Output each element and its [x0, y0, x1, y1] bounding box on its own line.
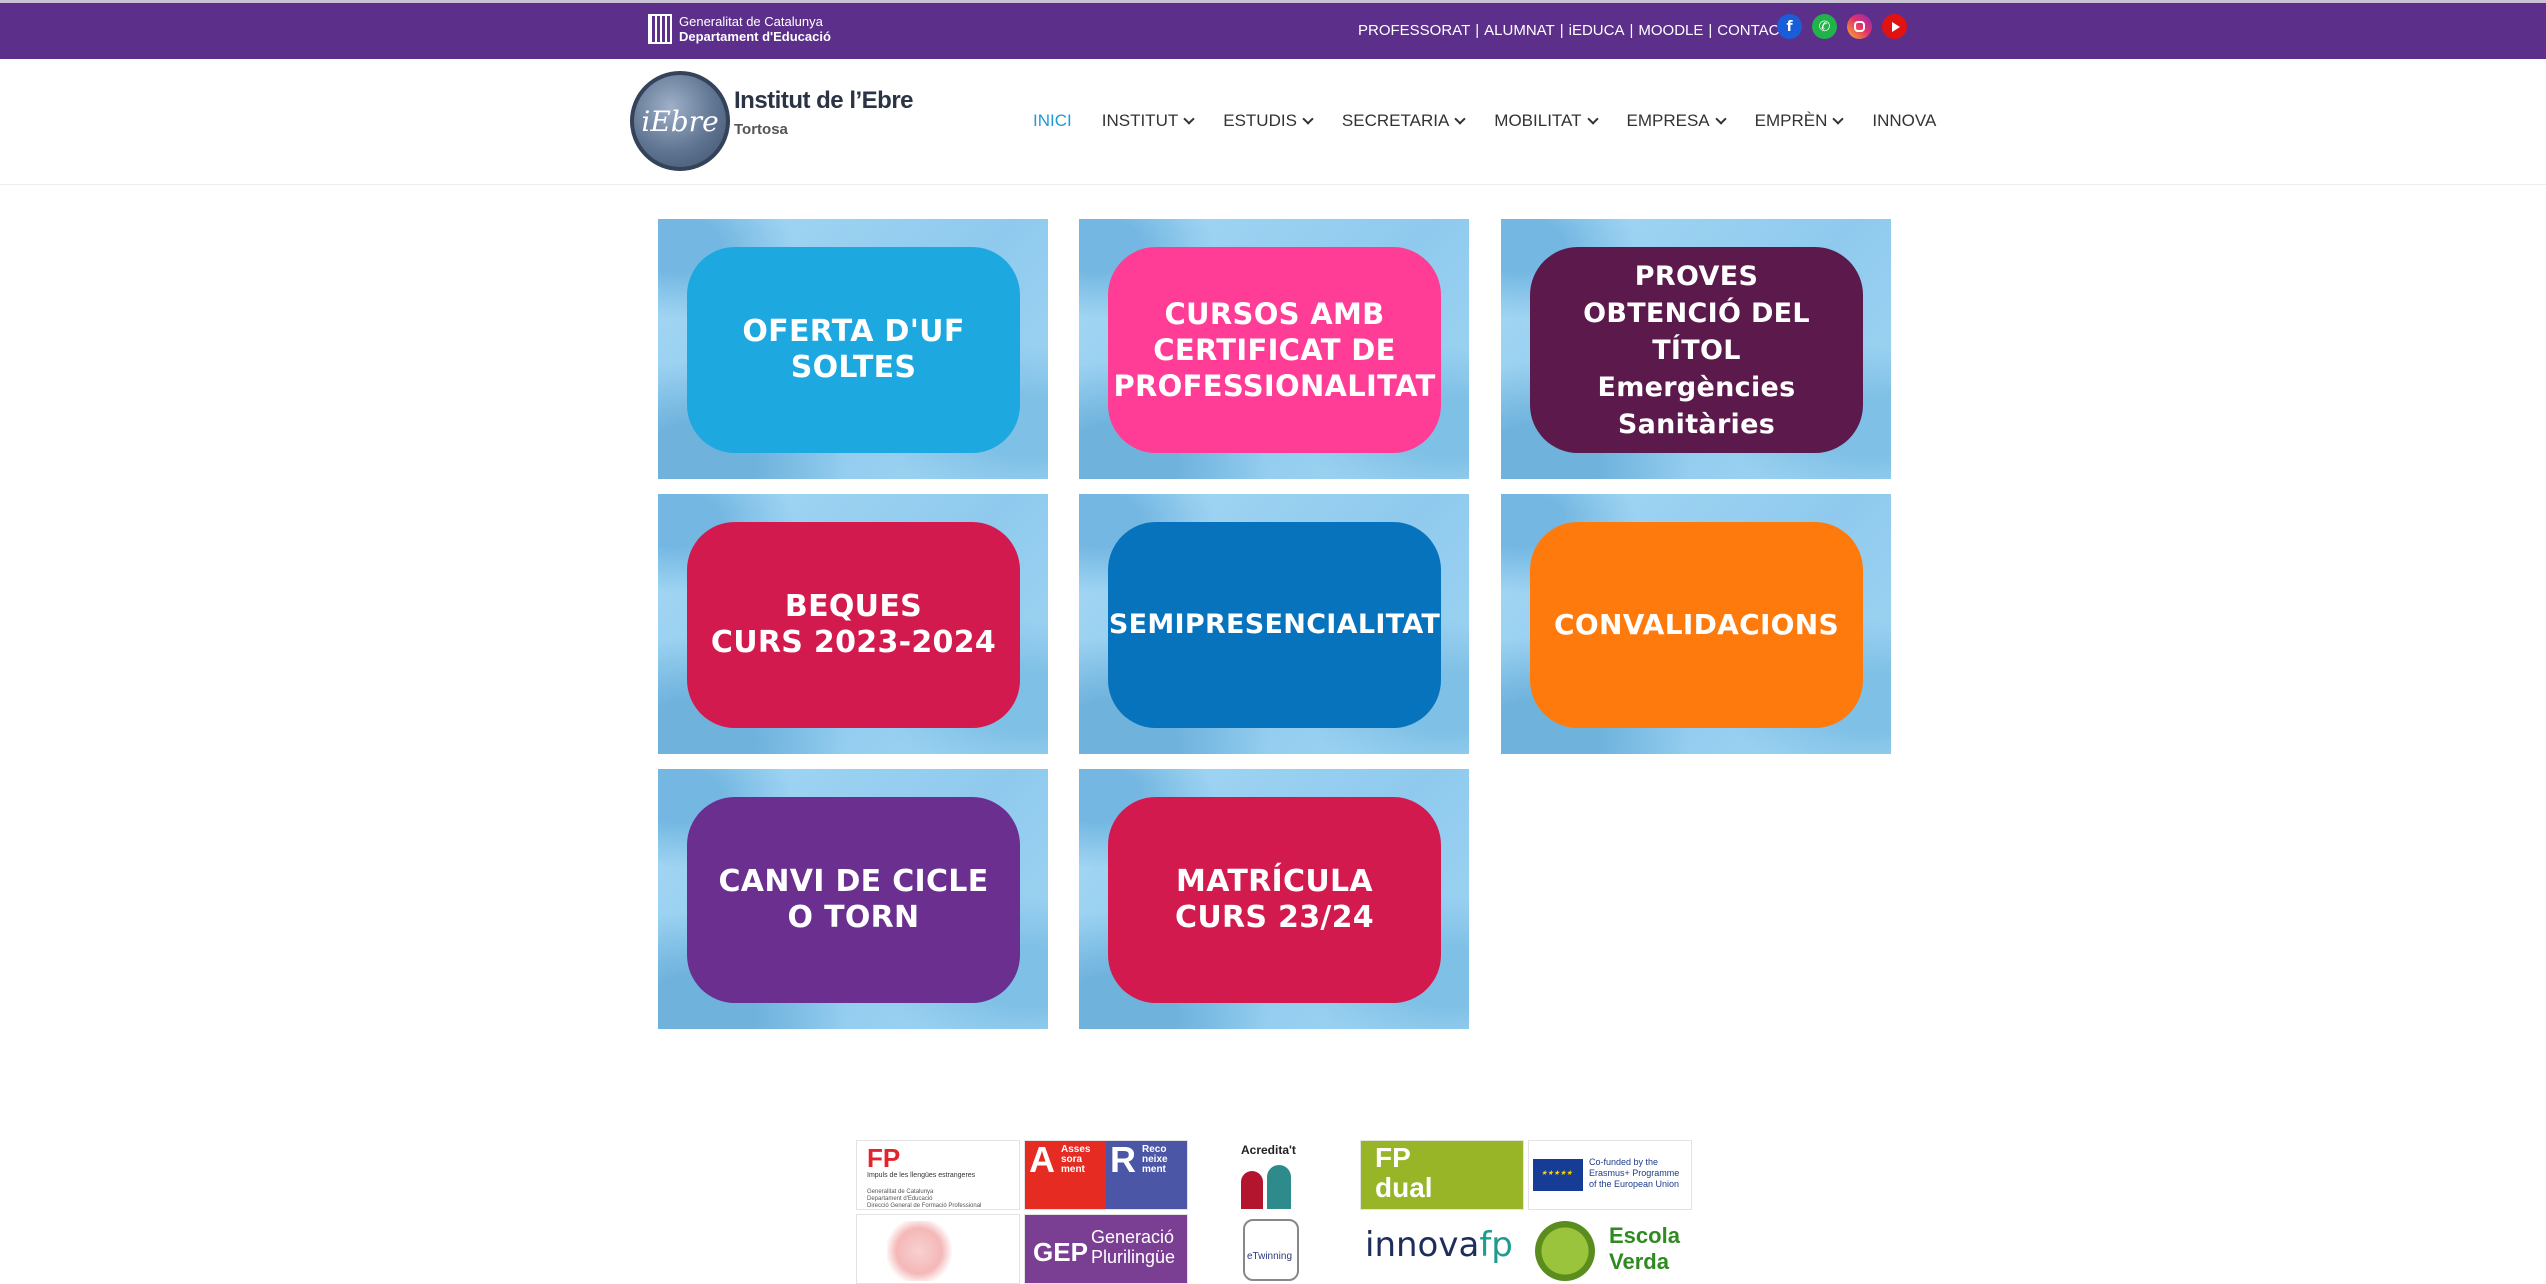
tile-convalidacions[interactable]: CONVALIDACIONS [1501, 494, 1891, 754]
link-separator: | [1475, 21, 1480, 39]
person-icon [1267, 1165, 1291, 1209]
gencat-line1: Generalitat de Catalunya [679, 14, 823, 29]
gencat-logo[interactable]: Generalitat de Catalunya Departament d'E… [648, 12, 831, 46]
link-alumnat[interactable]: ALUMNAT [1484, 22, 1555, 39]
nav-label: INNOVA [1872, 111, 1937, 130]
ar-a-words: Asses sora ment [1061, 1144, 1091, 1175]
logo-title: Institut de l’Ebre [734, 87, 914, 114]
fp-dual-text: FP dual [1375, 1142, 1433, 1203]
logo-erasmus-eu[interactable]: Co-funded by the Erasmus+ Programme of t… [1528, 1140, 1692, 1210]
person-icon [1241, 1171, 1263, 1209]
etwinning-icon [1243, 1219, 1299, 1281]
chevron-down-icon [1183, 113, 1195, 125]
nav-label: EMPRÈN [1754, 111, 1828, 130]
tile-semipresencialitat[interactable]: SEMIPRESENCIALITAT [1079, 494, 1469, 754]
escola-verda-text: Escola Verda [1609, 1223, 1680, 1274]
logo-assessorament-reconeixement[interactable]: A Asses sora ment R Reco neixe ment [1024, 1140, 1188, 1210]
top-links: PROFESSORAT | ALUMNAT | iEDUCA | MOODLE … [1358, 20, 1799, 40]
nav-label: INSTITUT [1101, 111, 1179, 130]
nav-institut[interactable]: INSTITUT [1101, 111, 1195, 131]
chevron-down-icon [1302, 113, 1314, 125]
tile-matricula[interactable]: MATRÍCULA CURS 23/24 [1079, 769, 1469, 1029]
logo-fp-dual[interactable]: FP dual [1360, 1140, 1524, 1210]
tile-label: CURSOS AMB CERTIFICAT DE PROFESSIONALITA… [1108, 247, 1441, 453]
tile-label: OFERTA D'UF SOLTES [687, 247, 1020, 453]
tile-label: CANVI DE CICLE O TORN [687, 797, 1020, 1003]
fp-logo-text: FP [867, 1143, 901, 1173]
logo-innovafp[interactable]: innovafp [1360, 1214, 1524, 1284]
logo-acreditat[interactable]: Acredita't [1192, 1140, 1356, 1210]
acreditat-text: Acredita't [1241, 1143, 1296, 1157]
ar-a-letter: A [1029, 1140, 1055, 1180]
nav-label: INICI [1033, 111, 1072, 130]
tile-label: SEMIPRESENCIALITAT [1108, 522, 1441, 728]
whatsapp-icon[interactable]: ✆ [1812, 14, 1837, 39]
eu-flag-icon [1533, 1159, 1583, 1191]
innova-fp-text: fp [1479, 1225, 1513, 1265]
nav-estudis[interactable]: ESTUDIS [1223, 111, 1314, 131]
link-separator: | [1708, 21, 1713, 39]
logo-gep[interactable]: GEP Generació Plurilingüe [1024, 1214, 1188, 1284]
link-ieduca[interactable]: iEDUCA [1569, 22, 1625, 39]
site-header: iEbre Institut de l’Ebre Tortosa INICI I… [0, 59, 2546, 185]
site-logo[interactable]: iEbre Institut de l’Ebre Tortosa [630, 71, 914, 171]
logo-escola-verda[interactable]: Escola Verda [1528, 1214, 1692, 1284]
chevron-down-icon [1586, 113, 1599, 125]
tile-label: PROVES OBTENCIÓ DEL TÍTOL Emergències Sa… [1530, 247, 1863, 453]
tile-cursos-certificat[interactable]: CURSOS AMB CERTIFICAT DE PROFESSIONALITA… [1079, 219, 1469, 479]
top-bar: Generalitat de Catalunya Departament d'E… [0, 0, 2546, 59]
fp-logo-subtitle: Impuls de les llengües estrangeres [867, 1172, 976, 1179]
fp-logo-gencat: Generalitat de Catalunya Departament d'E… [867, 1189, 982, 1209]
etwinning-text: eTwinning [1247, 1251, 1293, 1262]
gencat-line2: Departament d'Educació [679, 29, 831, 44]
tile-label: CONVALIDACIONS [1530, 522, 1863, 728]
nav-inici[interactable]: INICI [1033, 111, 1072, 131]
gep-subtitle: Generació Plurilingüe [1091, 1227, 1176, 1267]
social-links: f ✆ [1777, 14, 1907, 39]
link-separator: | [1629, 21, 1634, 39]
nav-innova[interactable]: INNOVA [1872, 111, 1936, 131]
tile-proves-titol[interactable]: PROVES OBTENCIÓ DEL TÍTOL Emergències Sa… [1501, 219, 1891, 479]
link-separator: | [1559, 21, 1564, 39]
instagram-icon[interactable] [1847, 14, 1872, 39]
nav-label: ESTUDIS [1223, 111, 1297, 130]
nav-empren[interactable]: EMPRÈN [1754, 111, 1845, 131]
tile-label: BEQUES CURS 2023-2024 [687, 522, 1020, 728]
ar-r-letter: R [1110, 1140, 1136, 1180]
ar-r-words: Reco neixe ment [1142, 1144, 1168, 1175]
chevron-down-icon [1714, 113, 1727, 125]
chevron-down-icon [1832, 113, 1845, 125]
nav-label: EMPRESA [1626, 111, 1710, 130]
link-professorat[interactable]: PROFESSORAT [1358, 22, 1470, 39]
nav-mobilitat[interactable]: MOBILITAT [1494, 111, 1599, 131]
europe-map-icon [887, 1221, 967, 1281]
logo-etwinning[interactable]: eTwinning [1192, 1214, 1356, 1284]
tile-beques[interactable]: BEQUES CURS 2023-2024 [658, 494, 1048, 754]
logo-fp-llengues[interactable]: FP Impuls de les llengües estrangeres Ge… [856, 1140, 1020, 1210]
innova-text: innova [1365, 1225, 1480, 1265]
tile-canvi-cicle[interactable]: CANVI DE CICLE O TORN [658, 769, 1048, 1029]
logo-subtitle: Tortosa [734, 121, 788, 138]
tile-oferta-uf[interactable]: OFERTA D'UF SOLTES [658, 219, 1048, 479]
logo-badge: iEbre [630, 71, 730, 171]
logo-europe-map[interactable] [856, 1214, 1020, 1284]
nav-label: MOBILITAT [1494, 111, 1582, 130]
facebook-icon[interactable]: f [1777, 14, 1802, 39]
youtube-icon[interactable] [1882, 14, 1907, 39]
chevron-down-icon [1454, 113, 1466, 125]
main-nav: INICI INSTITUT ESTUDIS SECRETARIA MOBILI… [1033, 111, 1936, 131]
link-moodle[interactable]: MOODLE [1638, 22, 1703, 39]
nav-label: SECRETARIA [1341, 111, 1450, 130]
escola-verda-icon [1535, 1221, 1595, 1281]
tile-label: MATRÍCULA CURS 23/24 [1108, 797, 1441, 1003]
nav-empresa[interactable]: EMPRESA [1626, 111, 1727, 131]
gencat-emblem-icon [648, 14, 672, 44]
nav-secretaria[interactable]: SECRETARIA [1341, 111, 1466, 131]
gep-text: GEP [1033, 1237, 1088, 1267]
erasmus-text: Co-funded by the Erasmus+ Programme of t… [1589, 1157, 1680, 1189]
